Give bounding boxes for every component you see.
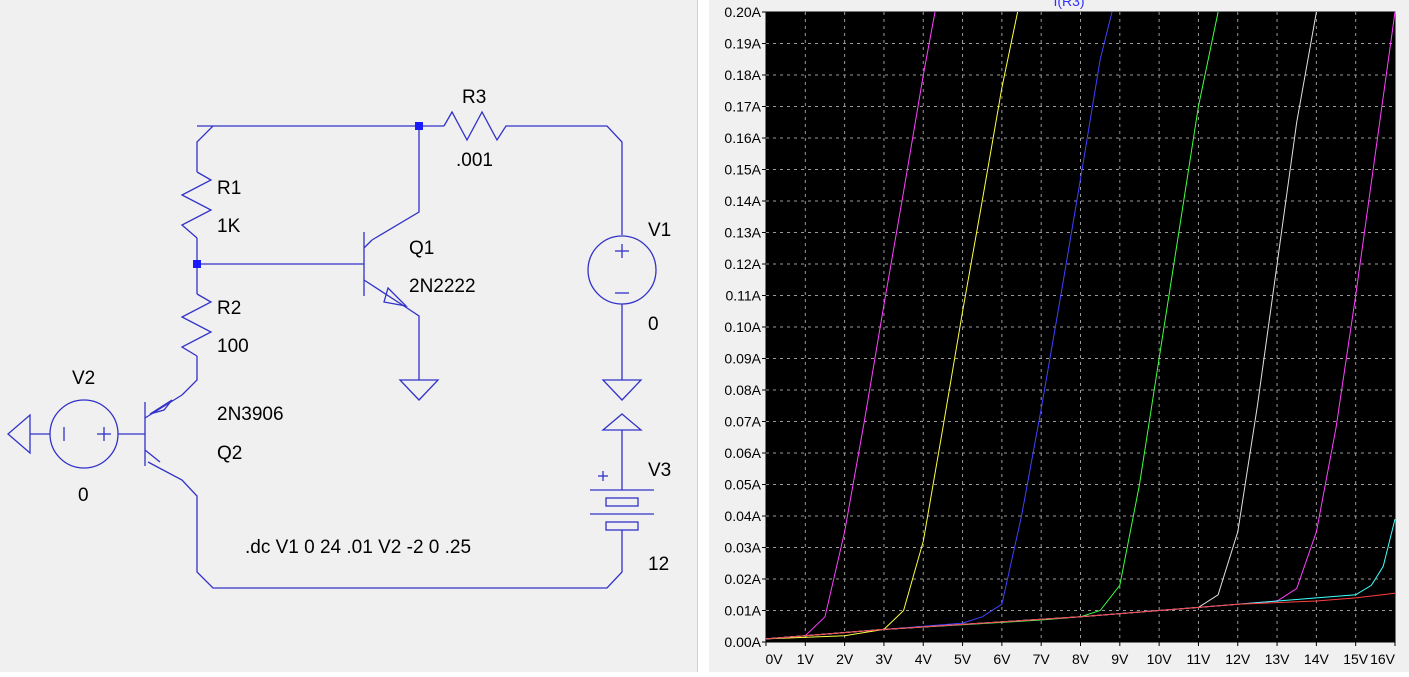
ground-symbol-v1[interactable] [601,379,643,401]
wire-top-right[interactable] [513,125,623,235]
v2-name-label: V2 [72,368,95,389]
y-tick-label: 0.04A [724,508,761,524]
x-tick-label: 13V [1265,651,1291,667]
resistor-r2[interactable] [180,293,213,357]
y-tick-label: 0.06A [724,445,761,461]
v1-name-label: V1 [648,220,671,241]
transistor-q1[interactable] [363,232,408,308]
plot-canvas[interactable]: 0.00A 0.01A 0.02A 0.03A 0.04A 0.05A 0.06A 0.07A… [709,0,1409,672]
resistor-r3[interactable] [443,110,513,142]
x-tick-label: 3V [875,651,893,667]
x-tick-label: 11V [1187,651,1212,667]
v1-value-label: 0 [648,314,659,335]
q2-name-label: Q2 [217,443,242,464]
y-tick-label: 0.16A [724,130,761,146]
x-tick-label: 7V [1033,651,1051,667]
spice-directive[interactable]: .dc V1 0 24 .01 V2 -2 0 .25 [245,537,471,558]
y-tick-label: 0.02A [724,571,761,587]
y-tick-label: 0.00A [724,634,761,650]
transistor-q2[interactable] [144,394,183,466]
r2-value-label: 100 [217,336,249,357]
junction-dot [193,260,201,268]
x-tick-label: 10V [1147,651,1173,667]
waveform-viewer[interactable]: 0.00A 0.01A 0.02A 0.03A 0.04A 0.05A 0.06A 0.07A… [709,0,1409,672]
wire-bottom[interactable] [147,461,623,589]
y-tick-label: 0.09A [724,351,761,367]
resistor-r1[interactable] [180,171,213,239]
r2-name-label: R2 [217,298,241,319]
q2-model-label: 2N3906 [217,404,284,425]
v2-value-label: 0 [78,485,89,506]
x-tick-label: 2V [836,651,854,667]
x-tick-label: 8V [1072,651,1090,667]
schematic-editor[interactable]: R3 .001 R1 1K R2 100 Q1 2N2222 2N3906 Q2… [0,0,697,672]
x-tick-label: 16V [1370,651,1396,667]
y-tick-label: 0.11A [725,288,761,304]
y-tick-label: 0.05A [724,477,761,493]
trace-title[interactable]: I(R3) [1053,0,1084,9]
y-tick-label: 0.07A [724,414,761,430]
r1-name-label: R1 [217,178,241,199]
y-tick-label: 0.19A [724,36,761,52]
ground-symbol-q1[interactable] [398,379,440,401]
y-tick-label: 0.14A [724,193,761,209]
x-tick-label: 14V [1304,651,1330,667]
r3-name-label: R3 [462,87,486,108]
y-tick-label: 0.15A [724,162,761,178]
schematic-canvas[interactable]: R3 .001 R1 1K R2 100 Q1 2N2222 2N3906 Q2… [0,0,697,672]
y-tick-label: 0.18A [724,67,761,83]
r3-value-label: .001 [456,150,493,171]
x-tick-label: 4V [915,651,933,667]
wire-left-top[interactable] [196,125,214,172]
voltage-source-v1[interactable] [587,235,657,305]
x-tick-label: 9V [1111,651,1129,667]
y-tick-label: 0.10A [724,319,761,335]
y-tick-label: 0.03A [724,540,761,556]
x-tick-label: 12V [1225,651,1251,667]
x-tick-label: 15V [1343,651,1369,667]
y-tick-label: 0.12A [724,256,761,272]
x-tick-label: 5V [954,651,972,667]
y-tick-label: 0.08A [724,382,761,398]
x-axis-ticks: 0V 1V 2V 3V 4V 5V 6V 7V 8V 9V 10V 11V 12V 13V 14V 15V 16… [765,642,1396,667]
x-tick-label: 0V [765,651,783,667]
junction-dot [415,122,423,130]
x-tick-label: 1V [797,651,815,667]
pane-divider[interactable] [697,0,709,672]
voltage-source-v2[interactable] [49,399,119,469]
wire-r2-q2[interactable] [181,356,198,396]
y-tick-label: 0.13A [724,225,761,241]
v3-value-label: 12 [648,554,669,575]
y-axis-ticks: 0.00A 0.01A 0.02A 0.03A 0.04A 0.05A 0.06A 0.07A… [724,4,766,650]
y-tick-label: 0.20A [724,4,761,20]
q1-model-label: 2N2222 [409,276,476,297]
x-tick-label: 6V [993,651,1011,667]
ground-symbol-v2[interactable] [7,413,31,455]
q1-name-label: Q1 [409,238,434,259]
y-tick-label: 0.01A [724,603,761,619]
wire-q1-emitter[interactable] [403,305,420,380]
wire-q1-collector[interactable] [371,126,420,241]
r1-value-label: 1K [217,216,241,237]
v3-name-label: V3 [648,460,671,481]
y-tick-label: 0.17A [724,99,761,115]
ground-symbol-v3[interactable] [601,413,643,431]
